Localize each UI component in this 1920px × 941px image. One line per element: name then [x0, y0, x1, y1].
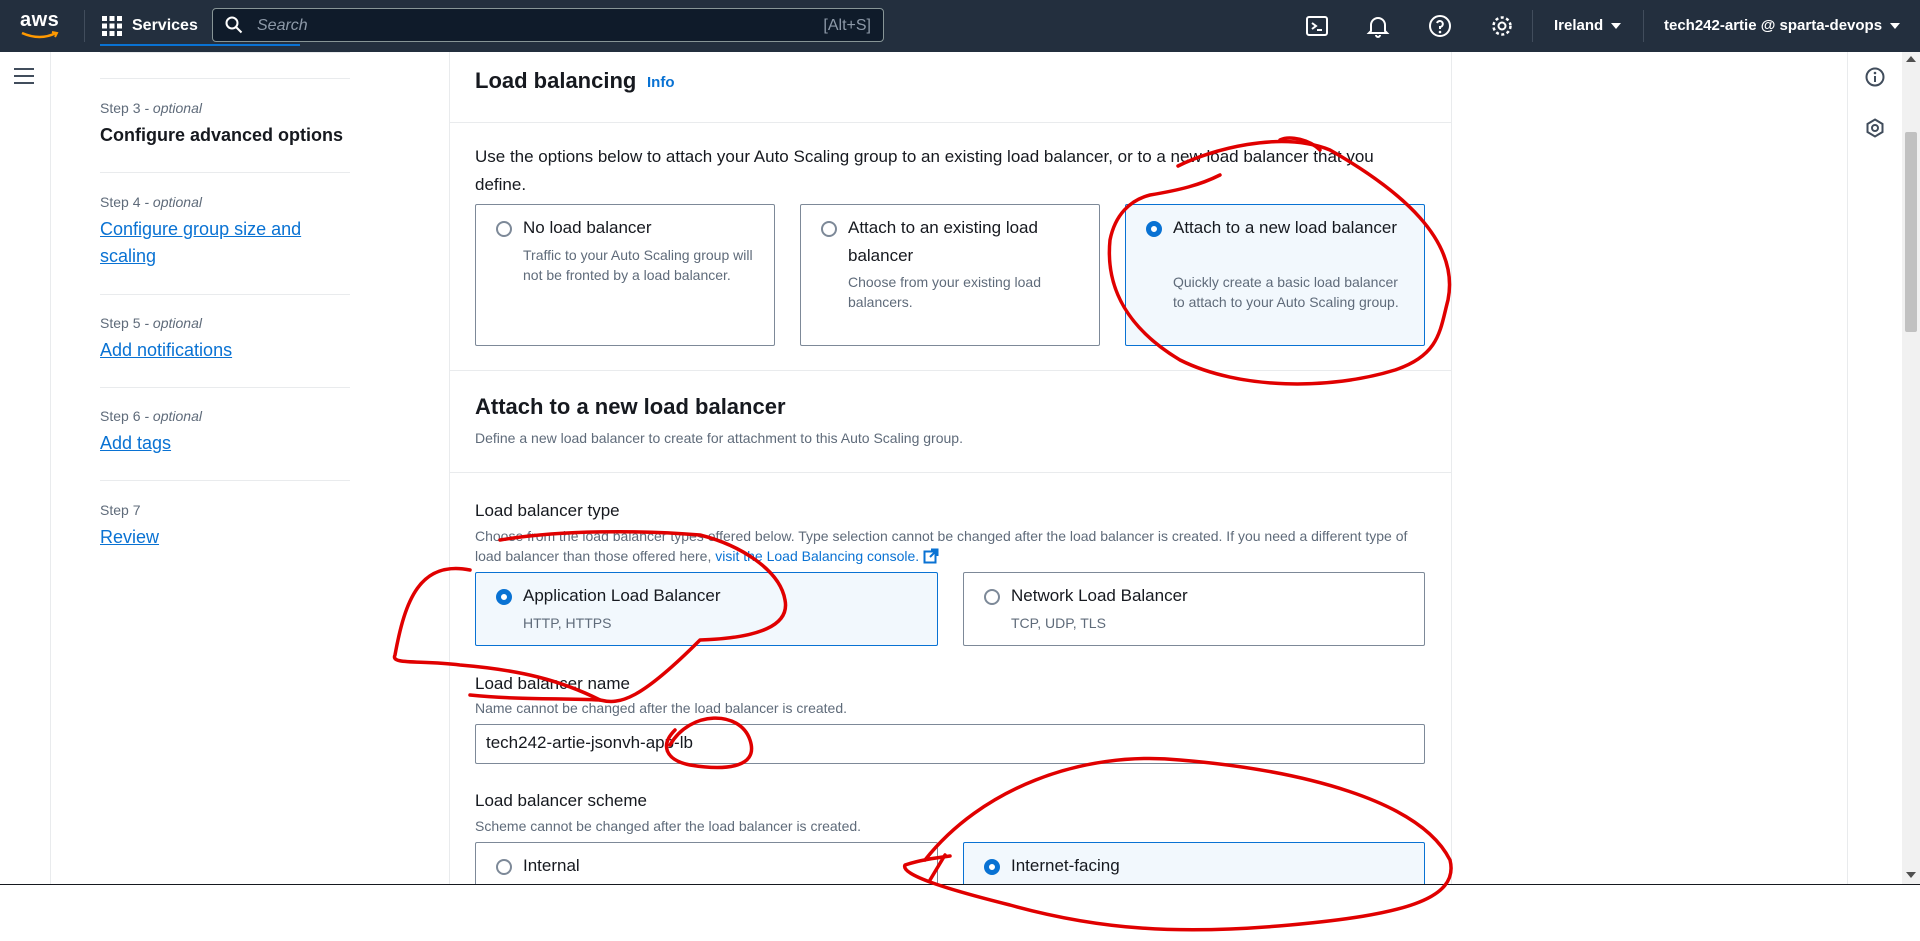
step-title-current: Configure advanced options: [100, 125, 344, 145]
external-link-icon[interactable]: [923, 548, 939, 564]
wizard-step-5: Step 5 - optional Add notifications: [100, 315, 350, 364]
option-title: Attach to an existing load balancer: [848, 218, 1038, 265]
step-number: Step 4: [100, 194, 141, 210]
scroll-down-arrow-icon[interactable]: [1906, 872, 1916, 878]
type-title: Network Load Balancer: [1011, 586, 1188, 605]
type-protocols: TCP, UDP, TLS: [1011, 615, 1106, 631]
wizard-step-7: Step 7 Review: [100, 502, 350, 551]
search-icon: [225, 16, 243, 34]
type-protocols: HTTP, HTTPS: [523, 615, 612, 631]
page-scrollbar[interactable]: [1902, 52, 1920, 884]
step-number: Step 3: [100, 100, 141, 116]
lb-scheme-label: Load balancer scheme: [475, 791, 648, 810]
help-icon[interactable]: [1428, 14, 1452, 38]
step-number: Step 6: [100, 408, 141, 424]
scheme-title: Internal: [523, 856, 580, 875]
step-number: Step 5: [100, 315, 141, 331]
aws-logo[interactable]: aws: [20, 10, 64, 42]
scrollbar-thumb[interactable]: [1905, 132, 1917, 332]
cloudshell-icon[interactable]: [1305, 14, 1329, 38]
previous-step-link-remnant[interactable]: [100, 44, 300, 46]
settings-icon[interactable]: [1490, 14, 1514, 38]
lb-name-label: Load balancer name: [475, 674, 631, 693]
lb-name-input[interactable]: tech242-artie-jsonvh-app-lb: [475, 724, 1425, 764]
step-optional: - optional: [140, 194, 202, 210]
wizard-step-3: Step 3 - optional Configure advanced opt…: [100, 100, 350, 149]
region-label: Ireland: [1554, 17, 1604, 34]
search-input[interactable]: Search [Alt+S]: [212, 8, 884, 42]
option-no-load-balancer[interactable]: No load balancer Traffic to your Auto Sc…: [475, 204, 775, 346]
option-title: Attach to a new load balancer: [1173, 218, 1397, 237]
lb-type-description-text: Choose from the load balancer types offe…: [475, 528, 1408, 564]
radio-button-selected[interactable]: [496, 589, 512, 605]
step-optional: - optional: [140, 408, 202, 424]
radio-button-selected[interactable]: [984, 859, 1000, 875]
type-title: Application Load Balancer: [523, 586, 721, 605]
option-attach-existing-load-balancer[interactable]: Attach to an existing load balancer Choo…: [800, 204, 1100, 346]
lb-name-description: Name cannot be changed after the load ba…: [475, 700, 848, 716]
step-link-add-tags[interactable]: Add tags: [100, 430, 350, 457]
info-link[interactable]: Info: [647, 74, 675, 91]
aws-logo-text: aws: [20, 9, 60, 31]
radio-button[interactable]: [984, 589, 1000, 605]
wizard-step-6: Step 6 - optional Add tags: [100, 408, 350, 457]
option-title: No load balancer: [523, 218, 652, 237]
account-menu[interactable]: tech242-artie @ sparta-devops: [1664, 17, 1901, 34]
load-balancing-container: Load balancing Info Use the options belo…: [449, 52, 1452, 884]
type-application-load-balancer[interactable]: Application Load Balancer HTTP, HTTPS: [475, 572, 938, 646]
wizard-step-4: Step 4 - optional Configure group size a…: [100, 194, 350, 270]
radio-button[interactable]: [496, 221, 512, 237]
step-link-configure-group-size[interactable]: Configure group size and scaling: [100, 216, 310, 270]
grid-icon: [102, 16, 122, 36]
step-link-add-notifications[interactable]: Add notifications: [100, 337, 350, 364]
services-menu-button[interactable]: Services: [102, 14, 198, 38]
right-utility-rail: [1847, 52, 1903, 884]
scheme-internet-facing[interactable]: Internet-facing: [963, 842, 1425, 884]
region-selector[interactable]: Ireland: [1554, 17, 1622, 34]
radio-button[interactable]: [496, 859, 512, 875]
load-balancing-heading: Load balancing: [475, 68, 637, 93]
load-balancing-console-link[interactable]: visit the Load Balancing console.: [715, 548, 919, 564]
caret-down-icon: [1611, 22, 1622, 29]
type-network-load-balancer[interactable]: Network Load Balancer TCP, UDP, TLS: [963, 572, 1425, 646]
new-load-balancer-heading: Attach to a new load balancer: [475, 394, 786, 419]
left-navigation-rail: [0, 52, 51, 884]
option-description: Quickly create a basic load balancer to …: [1173, 274, 1399, 310]
blank-bottom-area: [0, 885, 1920, 941]
services-label: Services: [132, 17, 198, 34]
load-balancing-description: Use the options below to attach your Aut…: [475, 147, 1374, 194]
new-load-balancer-description: Define a new load balancer to create for…: [475, 430, 963, 446]
step-link-review[interactable]: Review: [100, 524, 350, 551]
bell-icon[interactable]: [1366, 14, 1390, 38]
option-description: Traffic to your Auto Scaling group will …: [523, 247, 753, 283]
menu-icon[interactable]: [14, 68, 34, 89]
scheme-title: Internet-facing: [1011, 856, 1120, 875]
option-description: Choose from your existing load balancers…: [848, 274, 1041, 310]
lb-type-label: Load balancer type: [475, 501, 620, 520]
step-optional: - optional: [140, 100, 202, 116]
hexagon-settings-icon[interactable]: [1865, 118, 1885, 138]
scheme-internal[interactable]: Internal: [475, 842, 938, 884]
search-placeholder: Search: [257, 17, 308, 34]
option-attach-new-load-balancer[interactable]: Attach to a new load balancer Quickly cr…: [1125, 204, 1425, 346]
account-label: tech242-artie @ sparta-devops: [1664, 17, 1883, 34]
lb-scheme-description: Scheme cannot be changed after the load …: [475, 818, 862, 834]
radio-button-selected[interactable]: [1146, 221, 1162, 237]
caret-down-icon: [1890, 22, 1901, 29]
radio-button[interactable]: [821, 221, 837, 237]
lb-type-description: Choose from the load balancer types offe…: [475, 526, 1435, 566]
step-optional: - optional: [140, 315, 202, 331]
search-shortcut: [Alt+S]: [823, 17, 871, 34]
step-number: Step 7: [100, 502, 141, 518]
info-panel-icon[interactable]: [1865, 67, 1885, 87]
scroll-up-arrow-icon[interactable]: [1906, 56, 1916, 62]
